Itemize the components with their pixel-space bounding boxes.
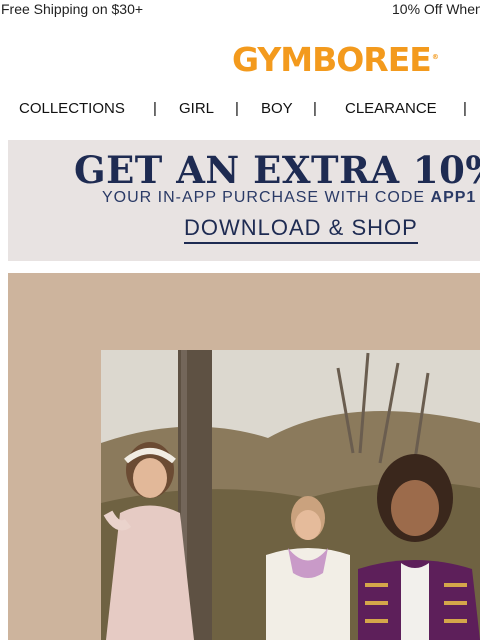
banner-sub-prefix: YOUR IN-APP PURCHASE WITH CODE — [102, 189, 426, 206]
nav-item-boy[interactable]: BOY — [261, 100, 293, 117]
banner-headline: GET AN EXTRA 10% O — [74, 148, 480, 192]
nav-separator: | — [153, 100, 157, 117]
nav-item-clearance[interactable]: CLEARANCE — [345, 100, 437, 117]
main-nav: COLLECTIONS | GIRL | BOY | CLEARANCE | — [0, 99, 480, 121]
promo-bar: Free Shipping on $30+ 10% Off When — [0, 0, 480, 20]
banner-code: APP1 — [430, 189, 477, 206]
nav-item-collections[interactable]: COLLECTIONS — [19, 100, 125, 117]
nav-separator: | — [235, 100, 239, 117]
promo-discount[interactable]: 10% Off When — [392, 1, 480, 17]
trademark-icon: ® — [431, 53, 439, 61]
download-shop-link[interactable]: DOWNLOAD & SHOP — [184, 215, 418, 244]
nav-item-girl[interactable]: GIRL — [179, 100, 214, 117]
promo-free-shipping[interactable]: Free Shipping on $30+ — [1, 1, 143, 17]
app-promo-banner[interactable]: GET AN EXTRA 10% O YOUR IN-APP PURCHASE … — [8, 140, 480, 261]
gymboree-logo[interactable]: GYMBOREE® — [232, 40, 439, 79]
kids-outdoor-photo — [8, 273, 480, 640]
nav-separator: | — [463, 100, 467, 117]
hero-image[interactable] — [8, 273, 480, 640]
nav-separator: | — [313, 100, 317, 117]
logo-text: GYMBOREE — [232, 40, 432, 79]
banner-subtext: YOUR IN-APP PURCHASE WITH CODE APP1 — [102, 189, 476, 207]
